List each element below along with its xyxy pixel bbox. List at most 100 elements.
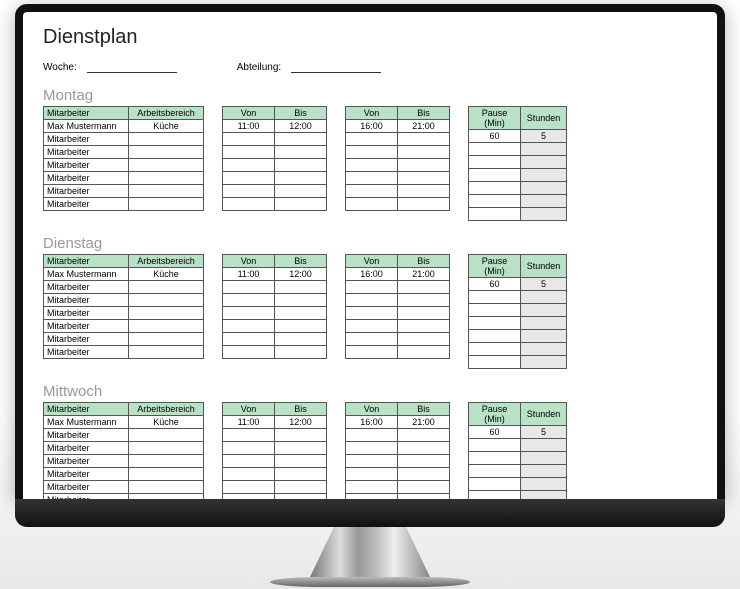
cell-employee[interactable]: Mitarbeiter bbox=[44, 481, 129, 494]
cell-time-to[interactable] bbox=[275, 455, 327, 468]
cell-time-from[interactable] bbox=[346, 442, 398, 455]
cell-time-from[interactable] bbox=[223, 133, 275, 146]
cell-area[interactable] bbox=[129, 133, 204, 146]
cell-employee[interactable]: Mitarbeiter bbox=[44, 159, 129, 172]
cell-pause[interactable] bbox=[469, 478, 521, 491]
cell-time-to[interactable] bbox=[275, 294, 327, 307]
cell-time-to[interactable] bbox=[275, 159, 327, 172]
cell-time-from[interactable] bbox=[346, 468, 398, 481]
cell-time-to[interactable]: 21:00 bbox=[398, 268, 450, 281]
cell-pause[interactable] bbox=[469, 452, 521, 465]
cell-pause[interactable] bbox=[469, 439, 521, 452]
cell-time-from[interactable] bbox=[346, 185, 398, 198]
cell-area[interactable]: Küche bbox=[129, 268, 204, 281]
cell-employee[interactable]: Mitarbeiter bbox=[44, 185, 129, 198]
cell-time-to[interactable] bbox=[398, 468, 450, 481]
cell-area[interactable] bbox=[129, 146, 204, 159]
cell-time-to[interactable] bbox=[275, 333, 327, 346]
cell-time-to[interactable]: 12:00 bbox=[275, 120, 327, 133]
cell-time-from[interactable] bbox=[346, 333, 398, 346]
cell-time-to[interactable] bbox=[398, 159, 450, 172]
cell-pause[interactable] bbox=[469, 143, 521, 156]
cell-time-from[interactable] bbox=[223, 294, 275, 307]
cell-employee[interactable]: Mitarbeiter bbox=[44, 320, 129, 333]
cell-time-from[interactable] bbox=[223, 307, 275, 320]
cell-time-to[interactable] bbox=[275, 307, 327, 320]
cell-pause[interactable] bbox=[469, 156, 521, 169]
cell-pause[interactable] bbox=[469, 343, 521, 356]
cell-time-to[interactable] bbox=[275, 481, 327, 494]
cell-time-to[interactable] bbox=[275, 320, 327, 333]
cell-time-from[interactable] bbox=[223, 481, 275, 494]
cell-employee[interactable]: Mitarbeiter bbox=[44, 294, 129, 307]
dept-input-line[interactable] bbox=[291, 61, 381, 73]
cell-time-from[interactable] bbox=[346, 429, 398, 442]
cell-time-to[interactable] bbox=[275, 185, 327, 198]
cell-time-to[interactable] bbox=[275, 429, 327, 442]
cell-employee[interactable]: Mitarbeiter bbox=[44, 281, 129, 294]
cell-time-to[interactable] bbox=[275, 133, 327, 146]
cell-time-from[interactable] bbox=[223, 333, 275, 346]
cell-time-to[interactable] bbox=[398, 146, 450, 159]
cell-pause[interactable]: 60 bbox=[469, 278, 521, 291]
cell-time-from[interactable] bbox=[223, 281, 275, 294]
cell-time-from[interactable] bbox=[223, 159, 275, 172]
cell-pause[interactable] bbox=[469, 317, 521, 330]
cell-time-to[interactable]: 21:00 bbox=[398, 416, 450, 429]
cell-time-to[interactable] bbox=[398, 333, 450, 346]
cell-area[interactable]: Küche bbox=[129, 416, 204, 429]
cell-time-to[interactable] bbox=[398, 429, 450, 442]
cell-pause[interactable]: 60 bbox=[469, 130, 521, 143]
cell-time-from[interactable]: 16:00 bbox=[346, 268, 398, 281]
week-input-line[interactable] bbox=[87, 61, 177, 73]
cell-employee[interactable]: Mitarbeiter bbox=[44, 346, 129, 359]
cell-time-from[interactable] bbox=[346, 307, 398, 320]
cell-time-to[interactable] bbox=[398, 294, 450, 307]
cell-area[interactable] bbox=[129, 159, 204, 172]
cell-time-to[interactable]: 12:00 bbox=[275, 268, 327, 281]
cell-time-to[interactable] bbox=[398, 442, 450, 455]
cell-area[interactable] bbox=[129, 455, 204, 468]
cell-time-to[interactable] bbox=[398, 481, 450, 494]
cell-time-from[interactable] bbox=[223, 468, 275, 481]
cell-area[interactable] bbox=[129, 281, 204, 294]
cell-pause[interactable] bbox=[469, 169, 521, 182]
cell-time-from[interactable]: 11:00 bbox=[223, 120, 275, 133]
cell-area[interactable] bbox=[129, 429, 204, 442]
cell-time-from[interactable]: 16:00 bbox=[346, 120, 398, 133]
cell-time-from[interactable] bbox=[346, 146, 398, 159]
cell-pause[interactable] bbox=[469, 356, 521, 369]
cell-time-from[interactable] bbox=[346, 320, 398, 333]
cell-time-from[interactable] bbox=[223, 455, 275, 468]
cell-pause[interactable] bbox=[469, 291, 521, 304]
cell-area[interactable] bbox=[129, 346, 204, 359]
cell-time-from[interactable] bbox=[346, 133, 398, 146]
cell-employee[interactable]: Mitarbeiter bbox=[44, 333, 129, 346]
cell-time-from[interactable]: 11:00 bbox=[223, 268, 275, 281]
cell-time-from[interactable] bbox=[346, 198, 398, 211]
cell-area[interactable] bbox=[129, 198, 204, 211]
cell-time-from[interactable] bbox=[346, 346, 398, 359]
cell-pause[interactable] bbox=[469, 465, 521, 478]
cell-employee[interactable]: Mitarbeiter bbox=[44, 442, 129, 455]
cell-employee[interactable]: Mitarbeiter bbox=[44, 307, 129, 320]
cell-pause[interactable] bbox=[469, 208, 521, 221]
cell-time-to[interactable] bbox=[398, 185, 450, 198]
cell-time-to[interactable] bbox=[275, 442, 327, 455]
cell-time-from[interactable] bbox=[346, 455, 398, 468]
cell-area[interactable] bbox=[129, 442, 204, 455]
cell-pause[interactable] bbox=[469, 182, 521, 195]
cell-employee[interactable]: Mitarbeiter bbox=[44, 429, 129, 442]
cell-time-from[interactable] bbox=[223, 442, 275, 455]
cell-time-from[interactable] bbox=[223, 429, 275, 442]
cell-employee[interactable]: Mitarbeiter bbox=[44, 146, 129, 159]
cell-time-to[interactable] bbox=[398, 198, 450, 211]
cell-employee[interactable]: Max Mustermann bbox=[44, 268, 129, 281]
cell-time-to[interactable] bbox=[275, 468, 327, 481]
cell-time-to[interactable] bbox=[275, 146, 327, 159]
cell-pause[interactable] bbox=[469, 195, 521, 208]
cell-time-from[interactable] bbox=[223, 346, 275, 359]
cell-employee[interactable]: Max Mustermann bbox=[44, 416, 129, 429]
cell-pause[interactable]: 60 bbox=[469, 426, 521, 439]
cell-pause[interactable] bbox=[469, 330, 521, 343]
